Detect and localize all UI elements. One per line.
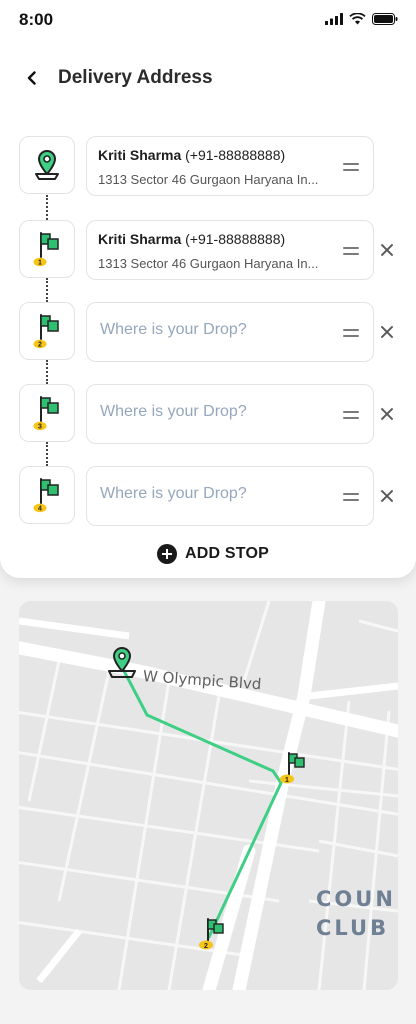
stop-card[interactable]: Kriti Sharma (+91-88888888) 1313 Sector … (86, 220, 374, 280)
stop-card[interactable] (86, 302, 374, 362)
pickup-stop-row: Kriti Sharma (+91-88888888) 1313 Sector … (0, 136, 416, 196)
drop-address-input[interactable] (100, 485, 330, 503)
flag-icon: 3 (33, 396, 59, 431)
back-button[interactable] (20, 66, 44, 90)
drag-handle-icon[interactable] (343, 247, 359, 256)
remove-stop-button[interactable] (378, 405, 396, 423)
stop-index-badge: 2 (38, 342, 42, 349)
map-marker-index: 1 (285, 777, 289, 784)
flag-icon: 4 (33, 478, 59, 513)
drag-handle-icon[interactable] (343, 493, 359, 502)
stop-index-badge: 1 (38, 260, 42, 267)
stop-index-badge: 3 (38, 424, 42, 431)
drop-address-input[interactable] (100, 321, 330, 339)
route-connector (46, 278, 48, 302)
stop-card[interactable] (86, 384, 374, 444)
remove-stop-button[interactable] (378, 323, 396, 341)
drag-handle-icon[interactable] (343, 163, 359, 172)
stop-icon-box (19, 136, 75, 194)
stop-icon-box: 4 (19, 466, 75, 524)
drag-handle-icon[interactable] (343, 411, 359, 420)
map-area-label: COUN CLUB P (316, 887, 396, 940)
add-stop-button[interactable]: ADD STOP (157, 544, 269, 564)
stop-index-badge: 4 (38, 506, 42, 513)
drop-stop-row-2: 2 (0, 302, 416, 362)
remove-stop-button[interactable] (378, 487, 396, 505)
contact-name: Kriti Sharma (98, 147, 182, 163)
battery-icon (372, 13, 398, 25)
route-connector (46, 360, 48, 384)
contact-phone: (+91-88888888) (185, 147, 286, 163)
wifi-icon (349, 13, 366, 25)
add-stop-label: ADD STOP (185, 545, 269, 562)
location-pin-icon (35, 150, 59, 180)
drop-stop-row-1: 1 Kriti Sharma (+91-88888888) 1313 Secto… (0, 220, 416, 280)
stop-icon-box: 1 (19, 220, 75, 278)
drop-stop-row-4: 4 (0, 466, 416, 526)
stop-address: 1313 Sector 46 Gurgaon Haryana In... (98, 256, 319, 271)
page-title: Delivery Address (58, 67, 213, 88)
drop-address-input[interactable] (100, 403, 330, 421)
contact-name: Kriti Sharma (98, 231, 182, 247)
route-connector (46, 442, 48, 466)
status-icons (325, 13, 398, 25)
contact-line: Kriti Sharma (+91-88888888) (98, 231, 285, 247)
remove-stop-button[interactable] (378, 241, 396, 259)
stop-icon-box: 2 (19, 302, 75, 360)
flag-icon: 2 (33, 314, 59, 349)
stop-card[interactable]: Kriti Sharma (+91-88888888) 1313 Sector … (86, 136, 374, 196)
stop-address: 1313 Sector 46 Gurgaon Haryana In... (98, 172, 319, 187)
plus-circle-icon (157, 544, 177, 564)
chevron-left-icon (27, 71, 36, 85)
stop-icon-box: 3 (19, 384, 75, 442)
route-connector (46, 195, 48, 220)
flag-icon: 1 (33, 232, 59, 267)
header: Delivery Address (0, 56, 416, 100)
signal-icon (325, 13, 343, 25)
contact-phone: (+91-88888888) (185, 231, 286, 247)
route-map[interactable]: 1 2 W Olympic Blvd COUN CLUB P (19, 601, 398, 990)
drag-handle-icon[interactable] (343, 329, 359, 338)
status-bar: 8:00 (0, 0, 416, 44)
contact-line: Kriti Sharma (+91-88888888) (98, 147, 285, 163)
address-sheet: 8:00 Delivery Address Kriti Sharma (+91-… (0, 0, 416, 578)
stop-card[interactable] (86, 466, 374, 526)
status-time: 8:00 (19, 10, 54, 29)
drop-stop-row-3: 3 (0, 384, 416, 444)
map-marker-index: 2 (204, 943, 208, 950)
